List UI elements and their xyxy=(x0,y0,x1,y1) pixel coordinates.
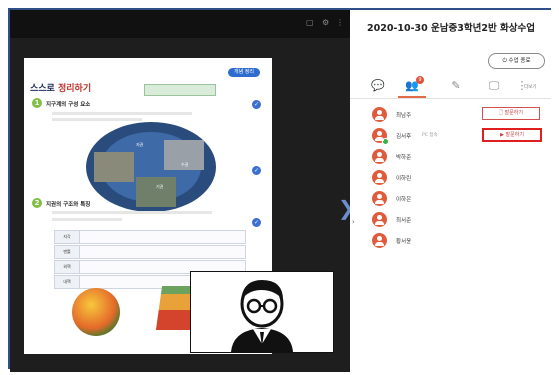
section-number: 2 xyxy=(32,198,42,208)
panel-tabs: 💬 👥 9 ✎ 🖵 ⋮ 더보기 xyxy=(350,76,551,99)
question-student-button[interactable]: ▶ 발문하기 xyxy=(482,128,542,142)
student-name: 최서준 xyxy=(396,218,412,224)
earth-illustration xyxy=(72,288,120,336)
figure-photo xyxy=(136,177,176,207)
student-name: 박하준 xyxy=(396,155,412,161)
student-name: 황서윤 xyxy=(396,239,412,245)
section-number: 1 xyxy=(32,98,42,108)
student-name: 김서후 xyxy=(396,134,412,140)
student-row[interactable]: 이하린 xyxy=(372,170,542,186)
power-icon: ⏻ xyxy=(502,58,507,64)
menu-icon[interactable]: ⋮ xyxy=(336,19,344,27)
active-tab-indicator xyxy=(398,96,426,98)
shared-screen-viewer: ▢ ⚙ ⋮ 개념 정리 스스로 정리하기 1 지구계의 구성 요소 ✓ 지권 수… xyxy=(10,10,355,372)
question-one-label: 발문하기 xyxy=(505,132,524,138)
text-line xyxy=(52,112,192,115)
end-class-button[interactable]: ⏻ 수업 종료 xyxy=(488,53,545,69)
section-title: 지권의 구조와 특징 xyxy=(46,202,91,208)
question-icon: 🗋 xyxy=(498,110,504,116)
row-key: 내핵 xyxy=(55,276,80,288)
avatar xyxy=(372,149,387,164)
chat-icon[interactable]: 💬 xyxy=(370,80,386,92)
layer-row: 지각 xyxy=(54,230,246,244)
avatar xyxy=(372,170,387,185)
text-line xyxy=(52,118,142,121)
section-title: 지구계의 구성 요소 xyxy=(46,102,91,108)
expand-icon[interactable]: › xyxy=(352,218,355,226)
more-label[interactable]: 더보기 xyxy=(524,84,536,90)
avatar xyxy=(372,107,387,122)
row-key: 지각 xyxy=(55,231,80,243)
title-part-b: 정리하기 xyxy=(57,84,92,94)
page-tabs xyxy=(144,84,216,96)
settings-icon[interactable]: ⚙ xyxy=(322,19,330,27)
question-all-label: 발문하기 xyxy=(504,110,524,116)
check-icon[interactable]: ✓ xyxy=(252,218,261,227)
end-class-label: 수업 종료 xyxy=(508,58,531,64)
online-status-dot xyxy=(382,138,389,145)
text-line xyxy=(52,218,122,221)
avatar xyxy=(372,128,389,145)
teacher-avatar xyxy=(231,280,293,352)
layer-row: 맨틀 xyxy=(54,245,246,259)
student-name: 이하린 xyxy=(396,176,412,182)
page-title: 스스로 정리하기 xyxy=(30,81,91,94)
screen-share-icon[interactable]: 🖵 xyxy=(486,80,502,92)
concept-review-badge[interactable]: 개념 정리 xyxy=(228,68,260,77)
avatar xyxy=(372,212,387,227)
row-key: 맨틀 xyxy=(55,246,80,258)
figure-photo xyxy=(94,152,134,182)
viewer-toolbar: ▢ ⚙ ⋮ xyxy=(10,10,350,38)
play-icon: ▶ xyxy=(500,132,504,138)
student-name: 최남주 xyxy=(396,113,412,119)
student-name: 이하은 xyxy=(396,197,412,203)
title-part-a: 스스로 xyxy=(30,84,55,94)
teacher-webcam xyxy=(190,271,334,353)
row-key: 외핵 xyxy=(55,261,80,273)
users-count-badge: 9 xyxy=(416,76,424,84)
class-panel: 2020-10-30 운남중3학년2반 화상수업 ⏻ 수업 종료 💬 👥 9 ✎… xyxy=(350,10,551,372)
student-status: PC 접속 xyxy=(422,133,438,138)
student-row[interactable]: 이하은 xyxy=(372,191,542,207)
figure-label: 수권 xyxy=(181,162,189,167)
student-row[interactable]: 최서준 xyxy=(372,212,542,228)
earth-system-figure: 지권 수권 기권 xyxy=(86,122,216,212)
student-row[interactable]: 김서후 PC 접속 ▶ 발문하기 xyxy=(372,128,542,145)
class-title: 2020-10-30 운남중3학년2반 화상수업 xyxy=(366,23,535,34)
student-row[interactable]: 박하준 xyxy=(372,149,542,165)
avatar xyxy=(372,191,387,206)
check-icon[interactable]: ✓ xyxy=(252,166,261,175)
avatar xyxy=(372,233,387,248)
student-row[interactable]: 최남주 🗋 발문하기 xyxy=(372,107,542,123)
figure-label: 지권 xyxy=(136,142,144,147)
check-icon[interactable]: ✓ xyxy=(252,100,261,109)
figure-label: 기권 xyxy=(156,184,164,189)
student-row[interactable]: 황서윤 xyxy=(372,233,542,249)
document-icon[interactable]: ✎ xyxy=(448,80,464,92)
question-all-button[interactable]: 🗋 발문하기 xyxy=(482,107,540,120)
text-line xyxy=(52,211,212,214)
fullscreen-icon[interactable]: ▢ xyxy=(306,19,314,27)
